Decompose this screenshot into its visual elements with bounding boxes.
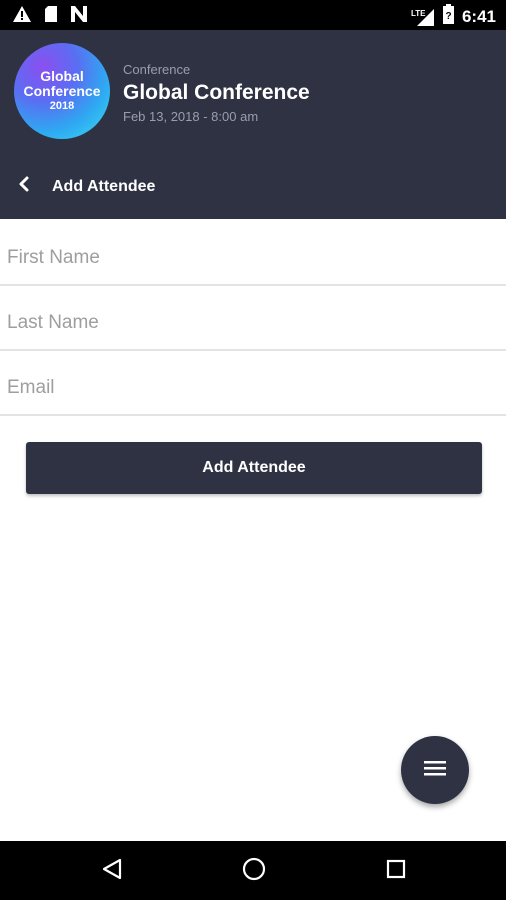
home-circle-icon [241, 856, 267, 887]
chevron-left-icon [17, 175, 31, 198]
battery-icon: ? [442, 4, 454, 29]
event-header: Global Conference 2018 Conference Global… [0, 30, 506, 219]
status-bar: LTE ? 6:41 [0, 0, 506, 30]
event-title: Global Conference [123, 81, 310, 104]
logo-line-2: Conference [23, 82, 101, 99]
event-category: Conference [123, 62, 191, 77]
recents-square-icon [385, 858, 407, 885]
email-row [0, 352, 506, 416]
status-time: 6:41 [461, 6, 496, 26]
status-left-icons [12, 5, 88, 28]
add-attendee-button[interactable]: Add Attendee [26, 442, 482, 494]
first-name-row [0, 222, 506, 286]
svg-text:?: ? [445, 11, 451, 22]
signal-icon: LTE [411, 7, 435, 27]
menu-icon [423, 759, 447, 782]
system-nav-bar [0, 841, 506, 900]
n-notification-icon [70, 5, 88, 28]
status-right-icons: LTE ? 6:41 [411, 4, 496, 29]
last-name-row [0, 287, 506, 351]
page-title: Add Attendee [52, 178, 156, 195]
system-recents-button[interactable] [381, 856, 411, 886]
logo-line-1: Global [40, 67, 84, 84]
last-name-field[interactable] [7, 307, 487, 339]
email-field[interactable] [7, 372, 487, 404]
back-button[interactable] [10, 172, 38, 200]
system-home-button[interactable] [239, 856, 269, 886]
back-triangle-icon [100, 857, 124, 886]
first-name-field[interactable] [7, 242, 487, 274]
event-date: Feb 13, 2018 - 8:00 am [123, 109, 259, 124]
event-logo: Global Conference 2018 [14, 43, 110, 139]
warning-icon [12, 5, 32, 28]
system-back-button[interactable] [97, 856, 127, 886]
sd-card-icon [44, 5, 58, 28]
logo-line-3: 2018 [49, 99, 75, 112]
menu-fab-button[interactable] [401, 736, 469, 804]
